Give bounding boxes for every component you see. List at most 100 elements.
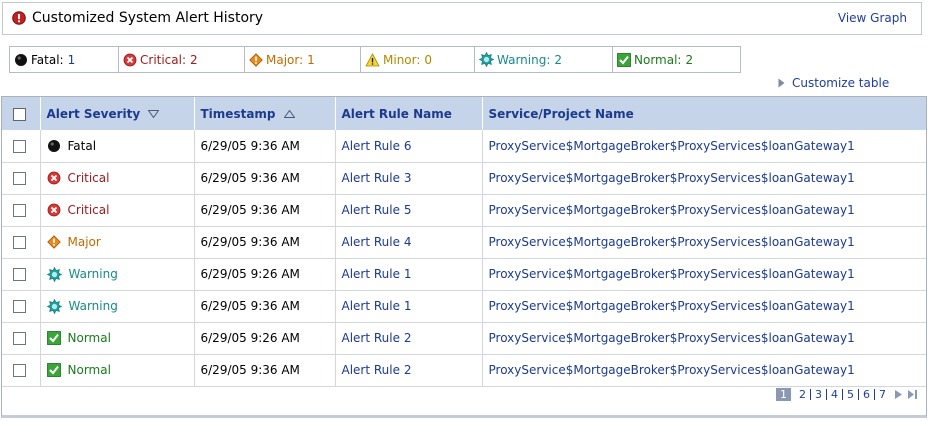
severity-label: Normal <box>67 331 111 345</box>
service-link[interactable]: ProxyService$MortgageBroker$ProxyService… <box>489 331 855 345</box>
service-cell: ProxyService$MortgageBroker$ProxyService… <box>482 194 926 227</box>
alert-rule-link[interactable]: Alert Rule 3 <box>342 171 412 185</box>
severity-cell: Major <box>40 226 195 259</box>
severity-cell: Warning <box>40 290 195 323</box>
alert-rule-cell: Alert Rule 2 <box>335 322 483 355</box>
customize-table-link[interactable]: Customize table <box>778 76 889 90</box>
summary-count: 0 <box>424 52 433 67</box>
column-alert-rule-name[interactable]: Alert Rule Name <box>335 97 483 130</box>
next-page-icon[interactable] <box>894 389 903 400</box>
table-row[interactable]: Warning 6/29/05 9:36 AM Alert Rule 1 ProxyS… <box>2 290 926 323</box>
summary-label: Major: <box>266 52 304 67</box>
severity-cell: Normal <box>40 354 195 387</box>
summary-fatal[interactable]: Fatal: 1 <box>10 47 119 72</box>
alert-table-body: Fatal 6/29/05 9:36 AM Alert Rule 6 ProxySer… <box>2 130 926 387</box>
table-row[interactable]: Normal 6/29/05 9:26 AM Alert Rule 2 ProxySe… <box>2 322 926 355</box>
page-7[interactable]: 7 <box>875 389 890 400</box>
table-row[interactable]: Critical 6/29/05 9:36 AM Alert Rule 3 Proxy… <box>2 162 926 195</box>
service-link[interactable]: ProxyService$MortgageBroker$ProxyService… <box>489 235 855 249</box>
page-3[interactable]: 3 <box>811 389 827 400</box>
column-service-project-name[interactable]: Service/Project Name <box>482 97 926 130</box>
row-checkbox[interactable] <box>13 236 26 249</box>
page-1[interactable]: 1 <box>776 388 791 401</box>
summary-count: 2 <box>685 52 694 67</box>
view-graph-link[interactable]: View Graph <box>838 11 907 25</box>
summary-critical[interactable]: Critical: 2 <box>119 47 245 72</box>
summary-normal[interactable]: Normal: 2 <box>613 47 740 72</box>
service-link[interactable]: ProxyService$MortgageBroker$ProxyService… <box>489 363 855 377</box>
row-checkbox[interactable] <box>13 332 26 345</box>
summary-label: Critical: <box>140 52 187 67</box>
summary-count: 1 <box>67 52 76 67</box>
service-cell: ProxyService$MortgageBroker$ProxyService… <box>482 226 926 259</box>
alert-rule-link[interactable]: Alert Rule 2 <box>342 331 412 345</box>
severity-label: Critical <box>67 203 110 217</box>
alert-rule-cell: Alert Rule 2 <box>335 354 483 387</box>
row-checkbox[interactable] <box>13 172 26 185</box>
critical-icon <box>123 53 137 66</box>
summary-count: 2 <box>554 52 563 67</box>
timestamp-cell: 6/29/05 9:26 AM <box>194 258 336 291</box>
alert-rule-link[interactable]: Alert Rule 1 <box>342 299 412 313</box>
alert-rule-cell: Alert Rule 3 <box>335 162 483 195</box>
timestamp-cell: 6/29/05 9:36 AM <box>194 290 336 323</box>
column-label: Timestamp <box>200 106 276 121</box>
column-label: Alert Severity <box>46 106 141 121</box>
service-cell: ProxyService$MortgageBroker$ProxyService… <box>482 354 926 387</box>
alert-rule-link[interactable]: Alert Rule 2 <box>342 363 412 377</box>
major-icon <box>249 52 263 67</box>
row-checkbox[interactable] <box>13 268 26 281</box>
column-alert-severity[interactable]: Alert Severity <box>40 97 195 130</box>
severity-cell: Critical <box>40 194 195 227</box>
table-row[interactable]: Warning 6/29/05 9:26 AM Alert Rule 1 ProxyS… <box>2 258 926 291</box>
table-row[interactable]: Normal 6/29/05 9:36 AM Alert Rule 2 ProxySe… <box>2 354 926 387</box>
page-4[interactable]: 4 <box>827 389 843 400</box>
service-link[interactable]: ProxyService$MortgageBroker$ProxyService… <box>489 299 855 313</box>
customize-table-label: Customize table <box>792 76 890 90</box>
row-checkbox[interactable] <box>13 204 26 217</box>
warning-icon <box>479 52 494 67</box>
table-row[interactable]: Fatal 6/29/05 9:36 AM Alert Rule 6 ProxySer… <box>2 130 926 163</box>
alert-table-panel: Alert Severity Timestamp Alert Rule Name… <box>1 96 927 418</box>
alert-rule-cell: Alert Rule 6 <box>335 130 483 163</box>
summary-label: Normal: <box>634 52 682 67</box>
service-link[interactable]: ProxyService$MortgageBroker$ProxyService… <box>489 139 855 153</box>
column-label: Service/Project Name <box>488 106 634 121</box>
row-select-cell <box>2 290 41 323</box>
row-checkbox[interactable] <box>13 139 26 153</box>
alert-history-header: Customized System Alert History View Gra… <box>2 2 922 35</box>
page-6[interactable]: 6 <box>859 389 875 400</box>
table-row[interactable]: Critical 6/29/05 9:36 AM Alert Rule 5 Proxy… <box>2 194 926 227</box>
summary-warning[interactable]: Warning: 2 <box>475 47 613 72</box>
table-row[interactable]: Major 6/29/05 9:36 AM Alert Rule 4 ProxySer… <box>2 226 926 259</box>
summary-major[interactable]: Major: 1 <box>245 47 361 72</box>
page-5[interactable]: 5 <box>843 389 859 400</box>
timestamp-cell: 6/29/05 9:26 AM <box>194 322 336 355</box>
alert-rule-link[interactable]: Alert Rule 5 <box>342 203 412 217</box>
row-select-cell <box>2 130 41 163</box>
row-select-cell <box>2 322 41 355</box>
service-link[interactable]: ProxyService$MortgageBroker$ProxyService… <box>489 203 855 217</box>
summary-minor[interactable]: Minor: 0 <box>361 47 475 72</box>
fatal-icon <box>15 53 27 66</box>
summary-label: Minor: <box>383 52 421 67</box>
column-timestamp[interactable]: Timestamp <box>194 97 336 130</box>
alert-rule-link[interactable]: Alert Rule 6 <box>342 139 412 153</box>
service-link[interactable]: ProxyService$MortgageBroker$ProxyService… <box>489 267 855 281</box>
alert-rule-link[interactable]: Alert Rule 1 <box>342 267 412 281</box>
page-2[interactable]: 2 <box>795 389 811 400</box>
major-icon <box>46 235 61 249</box>
last-page-icon[interactable] <box>907 389 918 400</box>
critical-icon <box>47 171 60 185</box>
severity-cell: Fatal <box>40 130 195 163</box>
service-cell: ProxyService$MortgageBroker$ProxyService… <box>482 162 926 195</box>
select-all-checkbox[interactable] <box>13 107 26 121</box>
service-link[interactable]: ProxyService$MortgageBroker$ProxyService… <box>489 171 855 185</box>
alert-rule-link[interactable]: Alert Rule 4 <box>342 235 412 249</box>
severity-label: Major <box>67 235 101 249</box>
row-checkbox[interactable] <box>13 364 26 377</box>
row-checkbox[interactable] <box>13 300 26 313</box>
severity-cell: Normal <box>40 322 195 355</box>
sort-descending-icon <box>147 110 160 119</box>
timestamp-cell: 6/29/05 9:36 AM <box>194 130 336 163</box>
